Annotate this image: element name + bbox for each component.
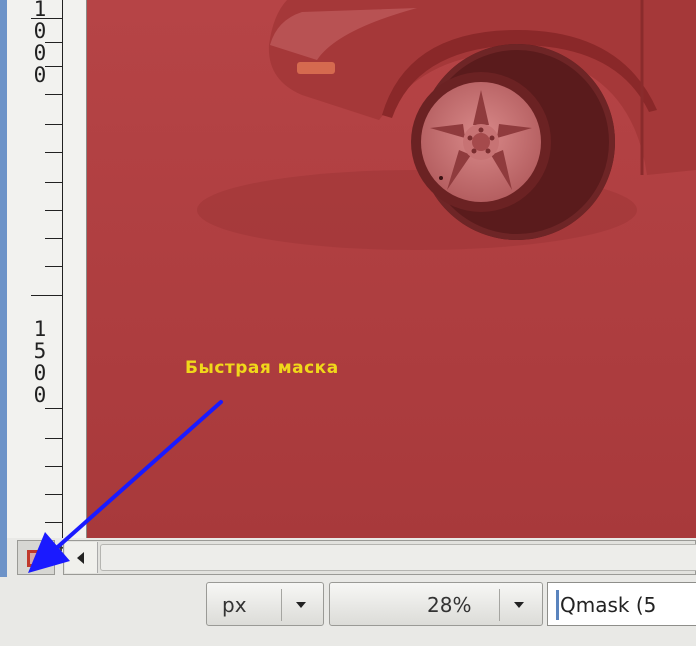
chevron-down-icon [296, 602, 306, 608]
unit-selector[interactable]: px [206, 582, 324, 626]
ruler-label-1500: 1500 [33, 317, 47, 407]
quick-mask-toggle-button[interactable] [17, 540, 55, 575]
ruler-tick [45, 66, 63, 67]
status-bar: px 28% Qmask (5 [0, 577, 696, 646]
annotation-label: Быстрая маска [185, 358, 339, 378]
chevron-down-icon [514, 602, 524, 608]
ruler-tick [45, 238, 63, 239]
ruler-tick [45, 408, 63, 409]
ruler-axis [62, 0, 63, 538]
status-marker [556, 590, 559, 620]
vertical-ruler[interactable]: 1000 1500 [7, 0, 87, 538]
status-message: Qmask (5 [547, 582, 696, 626]
window-border [0, 0, 7, 646]
ruler-tick [45, 182, 63, 183]
ruler-tick [45, 42, 63, 43]
ruler-tick [45, 124, 63, 125]
ruler-tick [45, 210, 63, 211]
ruler-tick [45, 494, 63, 495]
combo-separator [281, 589, 282, 621]
ruler-tick [45, 522, 63, 523]
zoom-selector[interactable]: 28% [329, 582, 543, 626]
ruler-tick [45, 152, 63, 153]
image-canvas[interactable] [87, 0, 696, 538]
ruler-tick [31, 18, 63, 19]
scrollbar-thumb[interactable] [100, 544, 696, 571]
ruler-tick [45, 266, 63, 267]
ruler-tick [45, 94, 63, 95]
image-window: 1000 1500 ✚ px 28% Qmask (5 Быстрая маск… [0, 0, 696, 646]
ruler-tick [45, 466, 63, 467]
car-photo-under-quick-mask [87, 0, 696, 538]
unit-value: px [222, 593, 247, 617]
ruler-tick [45, 438, 63, 439]
arrow-left-icon [77, 552, 84, 564]
zoom-value: 28% [427, 593, 472, 617]
scroll-left-button[interactable] [65, 542, 98, 573]
combo-separator [499, 589, 500, 621]
ruler-label-1000: 1000 [33, 0, 47, 87]
ruler-tick [31, 295, 63, 296]
horizontal-scrollbar[interactable] [63, 540, 696, 575]
quick-mask-icon [27, 550, 44, 567]
status-message-text: Qmask (5 [560, 593, 657, 617]
